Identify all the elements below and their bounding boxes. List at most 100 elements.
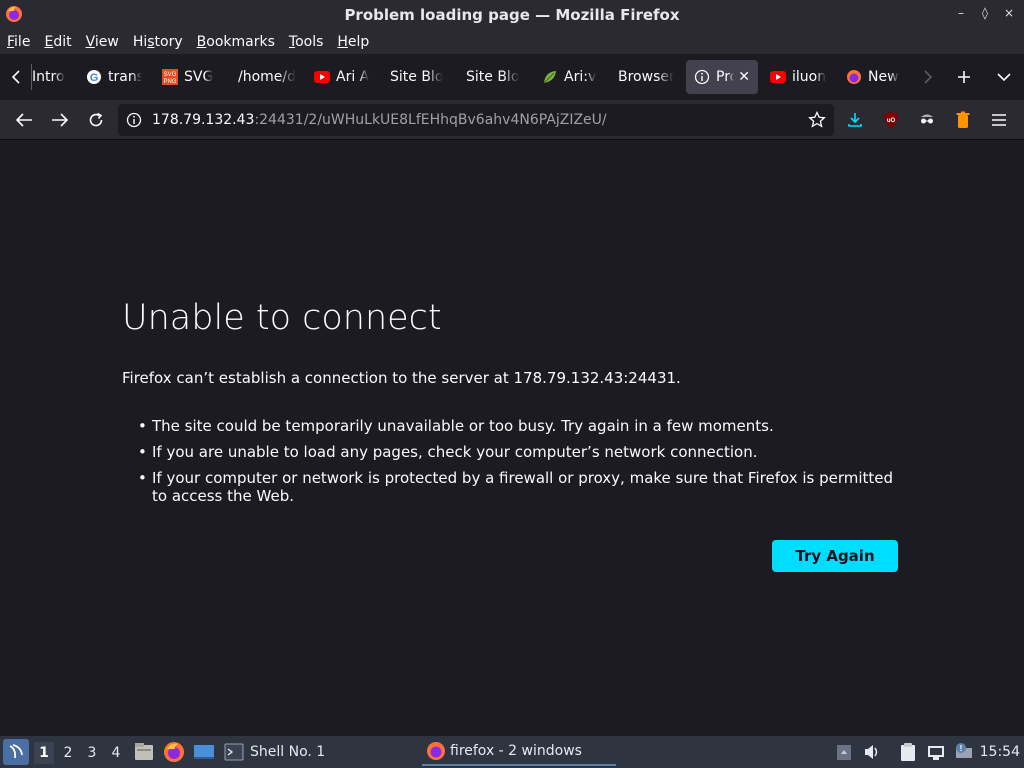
firefox-icon xyxy=(427,742,445,760)
svg-text:uO: uO xyxy=(887,118,896,124)
tab-strip: Intro G trans SVG PNG SVG /home/d Ari A S… xyxy=(0,54,1024,100)
minimize-button[interactable]: – xyxy=(954,6,968,20)
reload-button[interactable] xyxy=(84,108,108,132)
close-window-button[interactable]: × xyxy=(1002,6,1016,20)
url-host: 178.79.132.43 xyxy=(152,112,255,128)
tab-label: Site Blo xyxy=(390,69,444,85)
start-menu-button[interactable] xyxy=(3,739,29,765)
google-icon: G xyxy=(86,69,102,85)
tab-site-blo-1[interactable]: Site Blo xyxy=(390,60,448,94)
menu-accelerator: E xyxy=(44,33,54,50)
ublock-origin-button[interactable]: uO xyxy=(879,108,903,132)
url-bar[interactable]: 178.79.132.43:24431/2/uWHuLkUE8LfEHhqBv6… xyxy=(118,104,834,136)
page-content: Unable to connect Firefox can’t establis… xyxy=(0,141,1024,736)
menu-view[interactable]: View xyxy=(86,34,119,50)
forward-button[interactable] xyxy=(48,108,72,132)
error-suggestions: The site could be temporarily unavailabl… xyxy=(138,417,908,513)
ublock-shield-icon: uO xyxy=(884,112,898,128)
tab-browser[interactable]: Browser xyxy=(618,60,674,94)
file-manager-icon[interactable] xyxy=(133,741,155,763)
menu-bookmarks[interactable]: Bookmarks xyxy=(197,34,275,50)
spy-glasses-icon xyxy=(920,114,934,125)
tab-label: iluon xyxy=(792,69,826,85)
tab-ari-a[interactable]: Ari A xyxy=(314,60,370,94)
info-icon xyxy=(694,69,710,85)
extension-spy-button[interactable] xyxy=(915,108,939,132)
maximize-button[interactable]: ◊ xyxy=(978,6,992,20)
tab-label: SVG xyxy=(184,69,214,85)
window-title: Problem loading page — Mozilla Firefox xyxy=(344,5,680,24)
task-shell[interactable]: Shell No. 1 xyxy=(224,738,325,766)
task-firefox[interactable]: firefox - 2 windows xyxy=(422,738,616,766)
firefox-icon xyxy=(6,6,22,22)
error-description: Firefox can’t establish a connection to … xyxy=(122,369,681,387)
window-controls: – ◊ × xyxy=(954,6,1016,20)
scroll-tabs-left-button[interactable] xyxy=(4,60,28,94)
firefox-icon xyxy=(846,69,862,85)
downloads-button[interactable] xyxy=(843,108,867,132)
menu-help[interactable]: Help xyxy=(337,34,369,50)
navigation-toolbar: 178.79.132.43:24431/2/uWHuLkUE8LfEHhqBv6… xyxy=(0,100,1024,140)
site-info-icon[interactable] xyxy=(126,112,142,128)
chevron-down-icon xyxy=(997,73,1011,82)
leaf-icon xyxy=(542,69,558,85)
tab-site-blo-2[interactable]: Site Blo xyxy=(466,60,524,94)
menu-tools[interactable]: Tools xyxy=(289,34,324,50)
scroll-tabs-right-button[interactable] xyxy=(916,60,940,94)
list-all-tabs-button[interactable] xyxy=(992,60,1016,94)
extension-bin-button[interactable] xyxy=(951,108,975,132)
menu-accelerator: T xyxy=(288,33,296,50)
workspace-4[interactable]: 4 xyxy=(106,742,126,764)
menu-edit[interactable]: Edit xyxy=(44,34,71,50)
workspace-1[interactable]: 1 xyxy=(34,742,54,764)
window-titlebar: Problem loading page — Mozilla Firefox –… xyxy=(0,0,1024,29)
svg-text:PNG: PNG xyxy=(163,79,176,85)
new-tab-button[interactable] xyxy=(952,60,976,94)
youtube-icon xyxy=(314,69,330,85)
tab-intro[interactable]: Intro xyxy=(32,60,70,94)
workspace-2[interactable]: 2 xyxy=(58,742,78,764)
suggestion-item: If your computer or network is protected… xyxy=(138,469,908,505)
tab-label: Ari:v xyxy=(564,69,597,85)
youtube-icon xyxy=(770,69,786,85)
tab-problem-loading[interactable]: Pro ✕ xyxy=(686,60,758,94)
network-icon[interactable] xyxy=(926,742,946,762)
tab-label: /home/d xyxy=(238,69,297,85)
menu-file[interactable]: File xyxy=(7,34,30,50)
hamburger-menu-icon xyxy=(992,114,1006,126)
chevron-left-icon xyxy=(11,70,20,84)
desktop-icon[interactable] xyxy=(193,741,215,763)
tab-home-d[interactable]: /home/d xyxy=(238,60,298,94)
system-clock: 15:54 xyxy=(979,744,1020,760)
tab-trans[interactable]: G trans xyxy=(86,60,142,94)
tab-label: Ari A xyxy=(336,69,370,85)
reload-icon xyxy=(89,112,103,127)
download-icon xyxy=(848,113,862,127)
tab-new[interactable]: New xyxy=(846,60,902,94)
volume-icon[interactable] xyxy=(862,742,882,762)
close-tab-icon[interactable]: ✕ xyxy=(738,69,750,85)
tab-label: Site Blo xyxy=(466,69,520,85)
terminal-icon xyxy=(224,743,244,761)
menu-accelerator: s xyxy=(147,33,155,50)
tab-label: Browser xyxy=(618,69,674,85)
menu-accelerator: H xyxy=(337,33,348,50)
updates-icon[interactable]: ! xyxy=(954,742,974,762)
task-label: Shell No. 1 xyxy=(250,744,326,760)
arrow-left-icon xyxy=(15,113,32,127)
workspace-3[interactable]: 3 xyxy=(82,742,102,764)
clipboard-tray-icon[interactable] xyxy=(834,742,854,762)
tab-label: New xyxy=(868,69,899,85)
error-title: Unable to connect xyxy=(122,298,442,338)
app-menu-button[interactable] xyxy=(987,108,1011,132)
tab-ari-v[interactable]: Ari:v xyxy=(542,60,598,94)
clipboard-icon[interactable] xyxy=(898,742,918,762)
firefox-launcher-icon[interactable] xyxy=(163,741,185,763)
back-button[interactable] xyxy=(12,108,36,132)
try-again-button[interactable]: Try Again xyxy=(772,540,898,572)
tab-svg[interactable]: SVG PNG SVG xyxy=(162,60,218,94)
menu-history[interactable]: History xyxy=(133,34,183,50)
bookmark-star-icon[interactable] xyxy=(808,111,826,129)
tab-iluon[interactable]: iluon xyxy=(770,60,826,94)
suggestion-item: The site could be temporarily unavailabl… xyxy=(138,417,908,435)
